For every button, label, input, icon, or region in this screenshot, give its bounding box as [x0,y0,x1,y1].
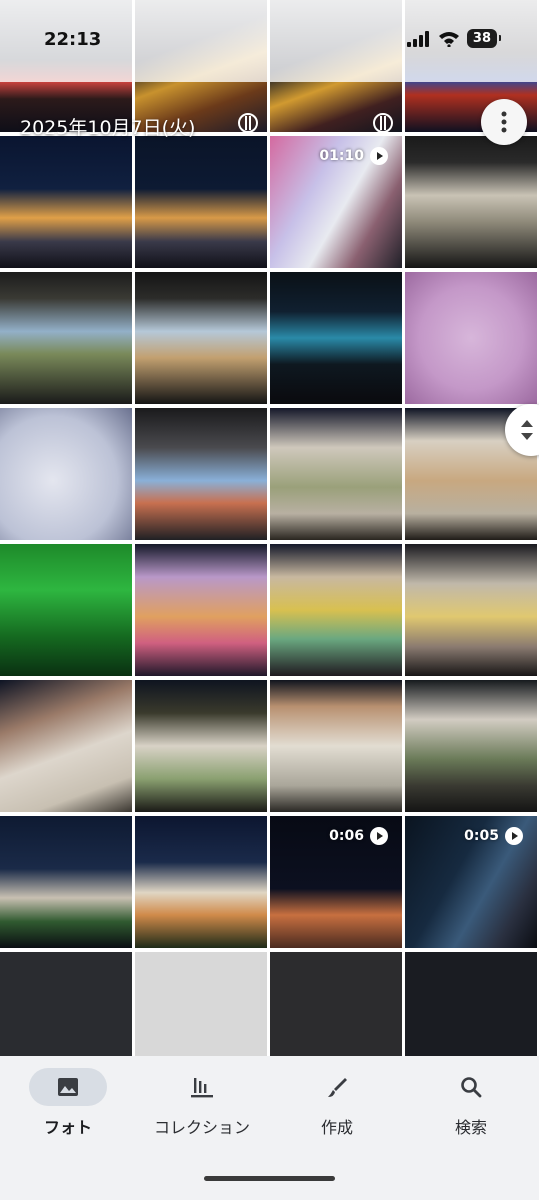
more-vert-icon [501,111,507,133]
photo-thumbnail[interactable] [270,544,402,676]
scroll-arrows-icon [521,420,533,440]
photo-thumbnail[interactable] [405,272,537,404]
status-time: 22:13 [44,29,102,50]
nav-item-photos[interactable]: フォト [8,1068,128,1138]
photo-thumbnail[interactable] [405,680,537,812]
video-duration-badge: 0:06 [329,827,388,845]
status-bar: 22:13 38 [0,0,539,82]
wifi-icon [438,31,459,47]
play-icon [370,147,388,165]
photo-thumbnail[interactable] [0,816,132,948]
photo-thumbnail[interactable] [0,408,132,540]
photo-thumbnail[interactable] [405,544,537,676]
photo-thumbnail[interactable] [135,272,267,404]
status-icons: 38 [406,29,502,48]
nav-label-search: 検索 [454,1118,487,1137]
nav-label-collections: コレクション [153,1118,250,1137]
select-all-icon[interactable] [237,112,259,134]
video-thumbnail[interactable]: 0:05 [405,816,537,948]
photo-thumbnail[interactable] [270,680,402,812]
photo-thumbnail[interactable] [0,272,132,404]
photo-thumbnail[interactable] [405,136,537,268]
photo-thumbnail[interactable] [135,136,267,268]
photo-thumbnail[interactable] [135,816,267,948]
video-duration-badge: 0:05 [464,827,523,845]
more-options-button[interactable] [481,99,527,145]
video-duration: 0:06 [329,828,364,844]
video-duration-badge: 01:10 [319,147,388,165]
nav-item-search[interactable]: 検索 [411,1068,531,1138]
video-thumbnail[interactable]: 01:10 [270,136,402,268]
video-duration: 0:05 [464,828,499,844]
video-thumbnail[interactable]: 0:06 [270,816,402,948]
photo-thumbnail[interactable] [135,544,267,676]
photo-thumbnail[interactable] [135,408,267,540]
photo-thumbnail[interactable] [270,272,402,404]
play-icon [505,827,523,845]
photo-icon [58,1078,78,1096]
photo-thumbnail[interactable] [270,408,402,540]
date-header: 2025年10月7日(火) [20,117,196,139]
nav-item-collections[interactable]: コレクション [142,1068,262,1138]
photo-thumbnail[interactable] [0,544,132,676]
photo-grid: 01:10 0:06 0:05 [0,0,539,1084]
search-icon [461,1077,482,1098]
photo-thumbnail[interactable] [0,680,132,812]
play-icon [370,827,388,845]
collections-icon [191,1078,213,1098]
battery-indicator: 38 [466,29,502,48]
photo-thumbnail[interactable] [0,136,132,268]
nav-label-create: 作成 [320,1118,353,1137]
bottom-navigation: フォト コレクション 作成 検索 [0,1056,539,1200]
nav-item-create[interactable]: 作成 [277,1068,397,1138]
video-duration: 01:10 [319,148,364,164]
photo-thumbnail[interactable] [135,680,267,812]
home-indicator[interactable] [204,1176,335,1181]
nav-label-photos: フォト [43,1118,92,1137]
create-brush-icon [328,1078,347,1097]
signal-icon [406,30,429,47]
select-all-icon[interactable] [372,112,394,134]
